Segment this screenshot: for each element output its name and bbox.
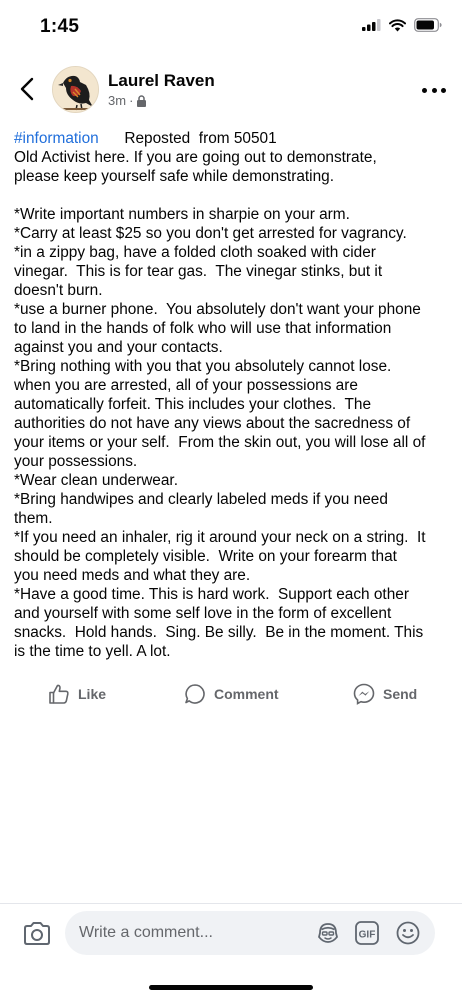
post-text-line: your possessions. (14, 453, 138, 470)
post-text-line: *Write important numbers in sharpie on y… (14, 206, 350, 223)
comment-input[interactable] (79, 911, 299, 955)
like-label: Like (78, 686, 107, 702)
hashtag-link[interactable]: #information (14, 130, 99, 147)
camera-icon (24, 922, 50, 945)
post-first-line: #information Reposted from 50501 (14, 129, 454, 148)
post-actions: Like Comment Send (0, 678, 462, 710)
author-avatar[interactable] (52, 66, 99, 113)
composer-divider (0, 903, 462, 904)
send-label: Send (383, 686, 418, 702)
post-text-line: and yourself with some self love in the … (14, 605, 392, 622)
wifi-icon (389, 18, 406, 31)
more-horizontal-icon-dot (431, 87, 437, 93)
meta-separator: · (129, 93, 134, 108)
post-text-line: is the time to yell. A lot. (14, 643, 171, 660)
more-options-button[interactable] (422, 80, 446, 100)
raven-illustration (53, 67, 98, 112)
post-meta: 3m · (108, 93, 147, 108)
battery-icon (414, 18, 442, 32)
post-text-line: *If you need an inhaler, rig it around y… (14, 529, 426, 546)
post-text-line: automatically forfeit. This includes you… (14, 396, 372, 413)
home-indicator (149, 985, 313, 990)
comment-label: Comment (214, 686, 279, 702)
like-button[interactable]: Like (48, 678, 106, 710)
post-text-line: snacks. Hold hands. Sing. Be silly. Be i… (14, 624, 424, 641)
smiley-icon (396, 921, 420, 945)
post-text-line: *Wear clean underwear. (14, 472, 178, 489)
post-text-line: against you and your contacts. (14, 339, 223, 356)
signal-icon (362, 19, 381, 31)
post-text-line: *use a burner phone. You absolutely don'… (14, 301, 421, 318)
more-horizontal-icon-dot (422, 87, 427, 93)
post-text-line: to land in the hands of folk who will us… (14, 320, 392, 337)
avatar-sticker-icon (318, 923, 338, 943)
chevron-left-icon (20, 77, 34, 101)
avatar-sticker-button[interactable] (315, 920, 341, 946)
post-text-line: doesn't burn. (14, 282, 103, 299)
author-name[interactable]: Laurel Raven (108, 71, 215, 91)
svg-text:GIF: GIF (359, 930, 376, 941)
gif-icon: GIF (355, 921, 379, 945)
post-text-line: please keep yourself safe while demonstr… (14, 168, 334, 185)
post-text-line: your items or your self. From the skin o… (14, 434, 426, 451)
post-header: Laurel Raven 3m · (0, 62, 462, 118)
post-text-line: *Carry at least $25 so you don't get arr… (14, 225, 407, 242)
status-bar: 1:45 (0, 0, 462, 56)
post-text-line: Old Activist here. If you are going out … (14, 149, 377, 166)
post-text-line: *Bring nothing with you that you absolut… (14, 358, 392, 375)
send-button[interactable]: Send (353, 678, 417, 710)
post-text-line: when you are arrested, all of your posse… (14, 377, 358, 394)
thumbs-up-icon (49, 684, 69, 704)
emoji-button[interactable] (395, 920, 421, 946)
post-text-line: *Bring handwipes and clearly labeled med… (14, 491, 388, 508)
speech-bubble-icon (185, 684, 205, 704)
status-time: 1:45 (40, 16, 80, 37)
post-timestamp[interactable]: 3m (108, 93, 126, 108)
post-body: #information Reposted from 50501 Old Act… (14, 129, 454, 661)
post-text-line: should be completely visible. Write on y… (14, 548, 397, 565)
post-text: Old Activist here. If you are going out … (14, 148, 454, 661)
post-text-line: *Have a good time. This is hard work. Su… (14, 586, 409, 603)
messenger-icon (353, 683, 375, 705)
post-text-line (14, 186, 454, 205)
back-button[interactable] (14, 74, 40, 104)
post-text-line: you need meds and what they are. (14, 567, 251, 584)
post-text-line: *in a zippy bag, have a folded cloth soa… (14, 244, 376, 261)
more-horizontal-icon-dot (441, 87, 446, 93)
post-text-line: vinegar. This is for tear gas. The vineg… (14, 263, 383, 280)
post-text-line: them. (14, 510, 53, 527)
post-text-line: authorities do not have any views about … (14, 415, 411, 432)
lock-icon (137, 94, 147, 107)
status-icons (362, 18, 442, 32)
repost-note: Reposted from 50501 (124, 130, 277, 147)
gif-button[interactable]: GIF (354, 920, 380, 946)
comment-box: GIF (65, 911, 435, 955)
comment-button[interactable]: Comment (184, 678, 279, 710)
camera-button[interactable] (22, 920, 52, 948)
